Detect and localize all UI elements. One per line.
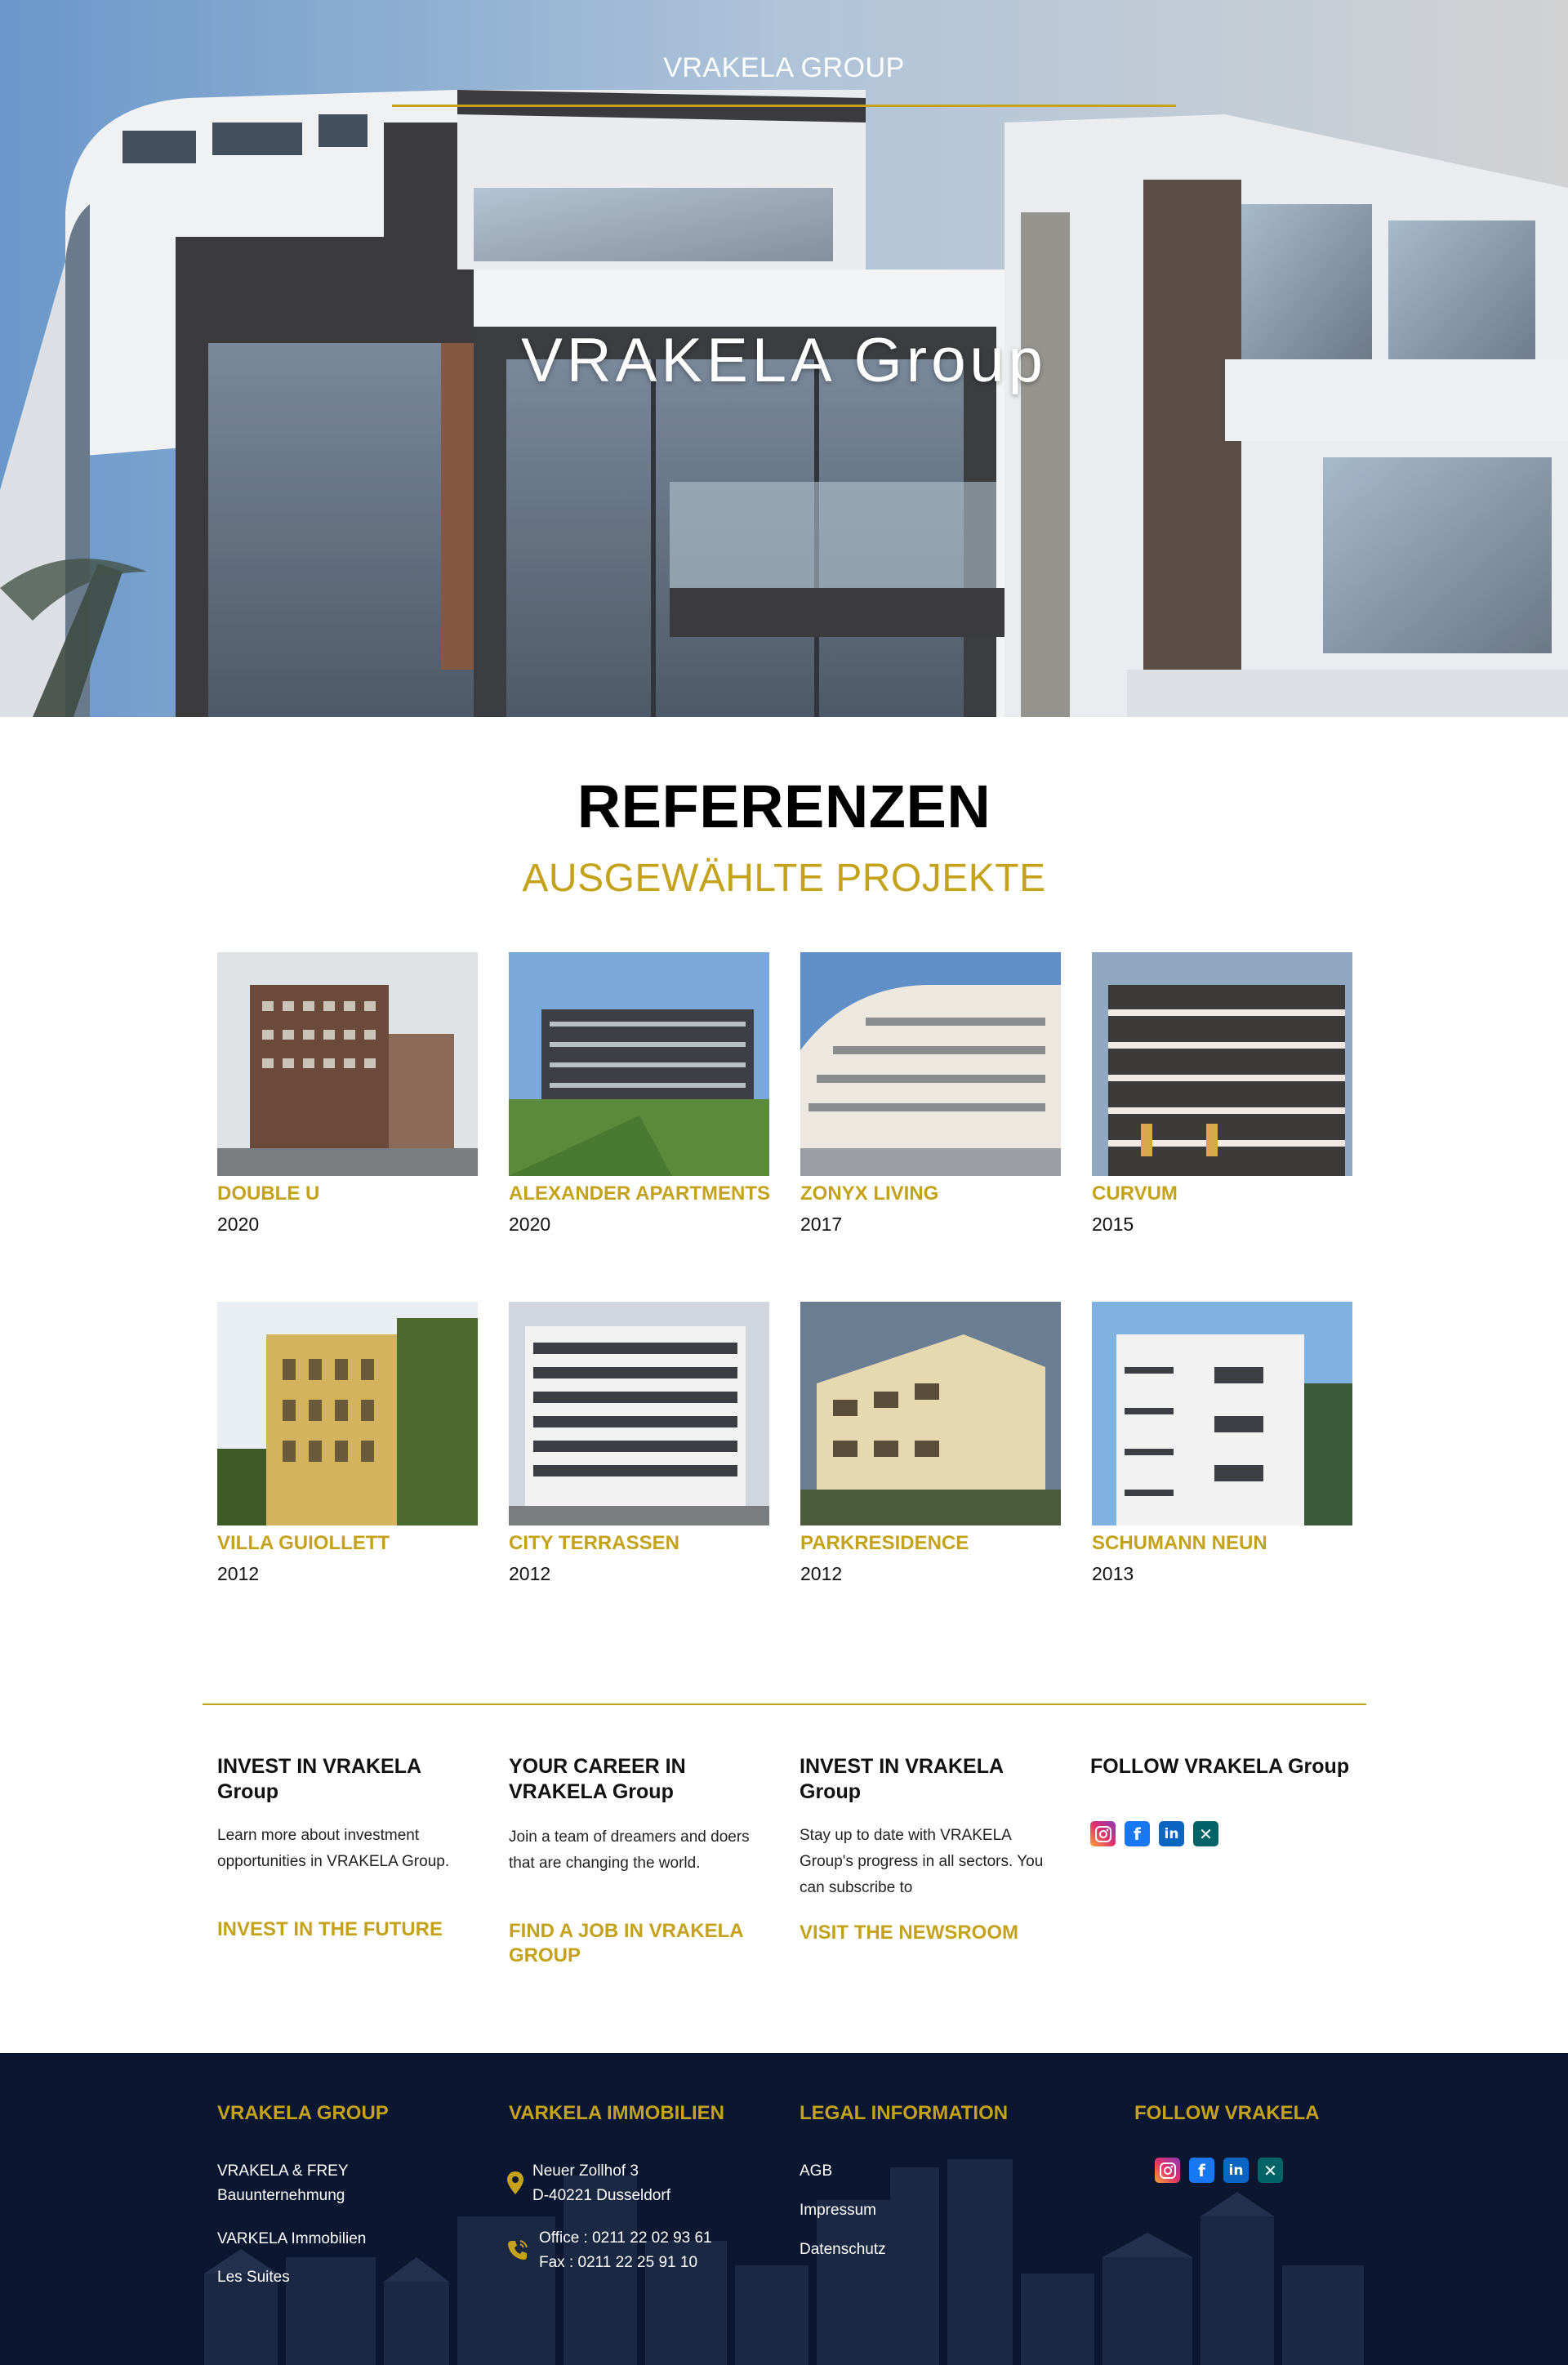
footer-fax: Fax : 0211 22 25 91 10 <box>539 2254 698 2271</box>
project-name[interactable]: DOUBLE U <box>217 1182 319 1205</box>
footer-link-frey[interactable]: VRAKELA & FREY Bauunternehmung <box>217 2159 349 2208</box>
hero-title: VRAKELA Group <box>521 326 1047 395</box>
project-card[interactable]: CITY TERRASSEN 2012 <box>509 1302 769 1584</box>
facebook-icon[interactable]: f <box>1125 1821 1150 1846</box>
news-column: INVEST IN VRAKELA Group Stay up to date … <box>800 1754 1069 1944</box>
footer-address: Neuer Zollhof 3 D-40221 Dusseldorf <box>532 2159 670 2208</box>
footer-follow-title: FOLLOW VRAKELA <box>1134 2102 1320 2124</box>
project-name[interactable]: CURVUM <box>1092 1182 1178 1205</box>
footer: VRAKELA GROUP VRAKELA & FREY Bauunterneh… <box>0 2053 1568 2365</box>
footer-immobilien-column: VARKELA IMMOBILIEN <box>509 2102 724 2125</box>
project-year: 2012 <box>800 1563 843 1584</box>
invest-link[interactable]: INVEST IN THE FUTURE <box>217 1917 487 1942</box>
project-card[interactable]: CURVUM 2015 <box>1092 952 1352 1235</box>
footer-link-les-suites[interactable]: Les Suites <box>217 2265 290 2290</box>
project-name[interactable]: VILLA GUIOLLETT <box>217 1532 390 1555</box>
footer-office[interactable]: Office : 0211 22 02 93 61 <box>539 2226 712 2251</box>
career-link[interactable]: FIND A JOB IN VRAKELA GROUP <box>509 1919 778 1968</box>
project-image[interactable] <box>1092 952 1352 1176</box>
footer-legal-title: LEGAL INFORMATION <box>800 2102 1009 2124</box>
footer-link-immobilien[interactable]: VARKELA Immobilien <box>217 2227 366 2251</box>
footer-group-title: VRAKELA GROUP <box>217 2102 389 2124</box>
phone-icon <box>508 2240 528 2260</box>
follow-title: FOLLOW VRAKELA Group <box>1090 1755 1350 1778</box>
brand-name[interactable]: VRAKELA GROUP <box>0 52 1568 84</box>
linkedin-icon[interactable]: in <box>1223 2158 1249 2183</box>
social-icons: f in ✕ <box>1090 1821 1218 1846</box>
career-text: Join a team of dreamers and doers that a… <box>509 1828 750 1872</box>
project-image[interactable] <box>217 1302 478 1525</box>
project-name[interactable]: CITY TERRASSEN <box>509 1532 679 1555</box>
project-image[interactable] <box>800 1302 1061 1525</box>
project-year: 2017 <box>800 1214 843 1235</box>
project-image[interactable] <box>1092 1302 1352 1525</box>
project-card[interactable]: PARKRESIDENCE 2012 <box>800 1302 1061 1584</box>
project-card[interactable]: VILLA GUIOLLETT 2012 <box>217 1302 478 1584</box>
footer-immobilien-title: VARKELA IMMOBILIEN <box>509 2102 724 2124</box>
hero-banner: VRAKELA GROUP VRAKELA Group <box>0 0 1568 717</box>
news-title: INVEST IN VRAKELA Group <box>800 1755 1004 1803</box>
footer-link-impressum[interactable]: Impressum <box>800 2198 876 2223</box>
news-link[interactable]: VISIT THE NEWSROOM <box>800 1921 1069 1945</box>
footer-address-line2: D-40221 Dusseldorf <box>532 2187 670 2204</box>
instagram-icon[interactable] <box>1090 1821 1116 1846</box>
career-column: YOUR CAREER IN VRAKELA Group Join a team… <box>509 1754 778 1966</box>
references-title: REFERENZEN <box>577 773 991 840</box>
project-year: 2012 <box>509 1563 551 1584</box>
project-name[interactable]: SCHUMANN NEUN <box>1092 1532 1267 1555</box>
xing-icon[interactable]: ✕ <box>1193 1821 1218 1846</box>
footer-link-frey-line1[interactable]: VRAKELA & FREY <box>217 2159 349 2184</box>
project-image[interactable] <box>509 1302 769 1525</box>
project-year: 2020 <box>509 1214 551 1235</box>
career-title: YOUR CAREER IN VRAKELA Group <box>509 1755 686 1803</box>
project-card[interactable]: ZONYX LIVING 2017 <box>800 952 1061 1235</box>
project-year: 2020 <box>217 1214 260 1235</box>
project-card[interactable]: SCHUMANN NEUN 2013 <box>1092 1302 1352 1584</box>
project-image[interactable] <box>217 952 478 1176</box>
project-name[interactable]: PARKRESIDENCE <box>800 1532 969 1555</box>
footer-legal-column: LEGAL INFORMATION <box>800 2102 1008 2125</box>
invest-title: INVEST IN VRAKELA Group <box>217 1755 421 1803</box>
facebook-icon[interactable]: f <box>1189 2158 1214 2183</box>
footer-social-icons: f in ✕ <box>1155 2158 1283 2183</box>
xing-icon[interactable]: ✕ <box>1258 2158 1283 2183</box>
footer-group-column: VRAKELA GROUP <box>217 2102 389 2125</box>
project-name[interactable]: ALEXANDER APARTMENTS <box>509 1182 770 1205</box>
footer-link-frey-line2[interactable]: Bauunternehmung <box>217 2184 349 2208</box>
footer-link-agb[interactable]: AGB <box>800 2159 832 2184</box>
instagram-icon[interactable] <box>1155 2158 1180 2183</box>
project-image[interactable] <box>800 952 1061 1176</box>
project-year: 2013 <box>1092 1563 1134 1584</box>
footer-contact: Office : 0211 22 02 93 61 Fax : 0211 22 … <box>539 2226 712 2275</box>
linkedin-icon[interactable]: in <box>1159 1821 1184 1846</box>
follow-column: FOLLOW VRAKELA Group f in ✕ <box>1090 1754 1360 1846</box>
project-name[interactable]: ZONYX LIVING <box>800 1182 938 1205</box>
project-year: 2012 <box>217 1563 260 1584</box>
section-divider <box>203 1704 1366 1705</box>
invest-text: Learn more about investment opportunitie… <box>217 1827 450 1870</box>
news-text: Stay up to date with VRAKELA Group's pro… <box>800 1827 1044 1896</box>
footer-address-line1: Neuer Zollhof 3 <box>532 2162 639 2180</box>
invest-column: INVEST IN VRAKELA Group Learn more about… <box>217 1754 487 1940</box>
project-card[interactable]: ALEXANDER APARTMENTS 2020 <box>509 952 770 1235</box>
project-image[interactable] <box>509 952 769 1176</box>
project-card[interactable]: DOUBLE U 2020 <box>217 952 478 1235</box>
brand-underline <box>392 105 1176 107</box>
footer-skyline-graphic <box>204 2159 1364 2365</box>
references-subtitle: AUSGEWÄHLTE PROJEKTE <box>522 857 1046 900</box>
footer-link-datenschutz[interactable]: Datenschutz <box>800 2238 886 2262</box>
footer-follow-column: FOLLOW VRAKELA <box>1134 2102 1320 2125</box>
location-pin-icon <box>507 2171 523 2194</box>
project-year: 2015 <box>1092 1214 1134 1235</box>
